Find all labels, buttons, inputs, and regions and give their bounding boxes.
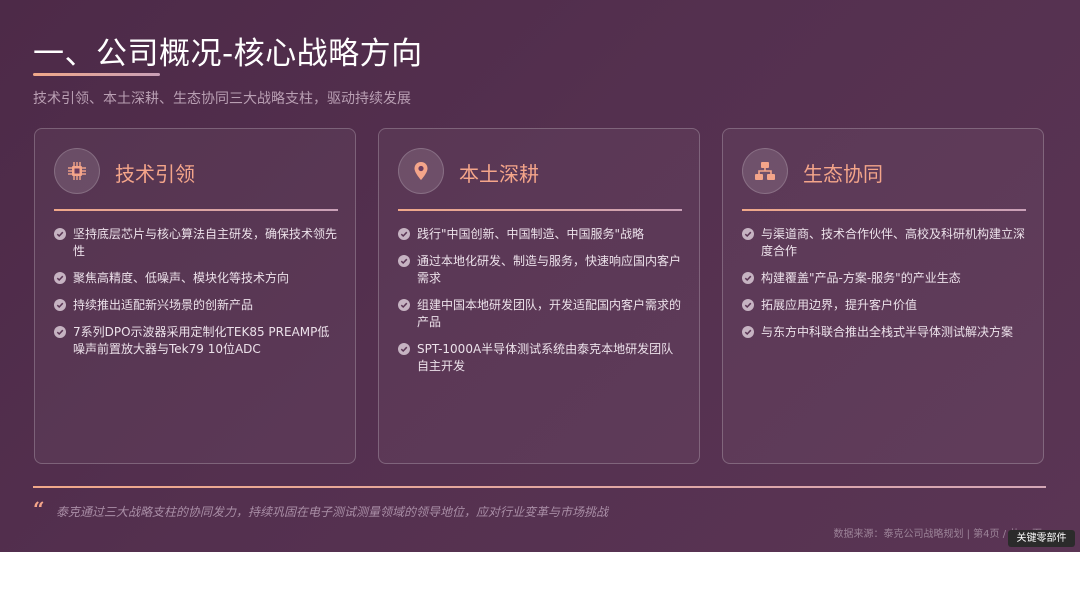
check-circle-icon xyxy=(398,255,410,267)
page-title: 一、公司概况-核心战略方向 xyxy=(33,36,423,72)
network-icon xyxy=(742,148,788,194)
footer-divider xyxy=(33,486,1046,488)
check-circle-icon xyxy=(742,228,754,240)
list-item: SPT-1000A半导体测试系统由泰克本地研发团队自主开发 xyxy=(398,341,684,375)
check-circle-icon xyxy=(398,343,410,355)
check-circle-icon xyxy=(54,326,66,338)
card-tech-leadership: 技术引领 坚持底层芯片与核心算法自主研发，确保技术领先性 聚焦高精度、低噪声、模… xyxy=(34,128,356,464)
check-circle-icon xyxy=(398,228,410,240)
quote-icon: “ xyxy=(33,497,45,521)
check-circle-icon xyxy=(54,299,66,311)
list-item: 聚焦高精度、低噪声、模块化等技术方向 xyxy=(54,270,340,287)
chip-icon xyxy=(54,148,100,194)
card-list: 践行"中国创新、中国制造、中国服务"战略 通过本地化研发、制造与服务，快速响应国… xyxy=(398,226,684,385)
card-list: 与渠道商、技术合作伙伴、高校及科研机构建立深度合作 构建覆盖"产品-方案-服务"… xyxy=(742,226,1028,351)
page-subtitle: 技术引领、本土深耕、生态协同三大战略支柱，驱动持续发展 xyxy=(33,91,411,107)
card-title: 生态协同 xyxy=(803,162,883,186)
list-item: 持续推出适配新兴场景的创新产品 xyxy=(54,297,340,314)
list-item: 7系列DPO示波器采用定制化TEK85 PREAMP低噪声前置放大器与Tek79… xyxy=(54,324,340,358)
watermark-badge: 关键零部件 xyxy=(1008,530,1075,547)
card-list: 坚持底层芯片与核心算法自主研发，确保技术领先性 聚焦高精度、低噪声、模块化等技术… xyxy=(54,226,340,368)
card-ecosystem: 生态协同 与渠道商、技术合作伙伴、高校及科研机构建立深度合作 构建覆盖"产品-方… xyxy=(722,128,1044,464)
card-title: 技术引领 xyxy=(115,162,195,186)
list-item: 组建中国本地研发团队，开发适配国内客户需求的产品 xyxy=(398,297,684,331)
list-item: 践行"中国创新、中国制造、中国服务"战略 xyxy=(398,226,684,243)
location-pin-icon xyxy=(398,148,444,194)
card-divider xyxy=(398,209,682,211)
card-divider xyxy=(742,209,1026,211)
card-title: 本土深耕 xyxy=(459,162,539,186)
check-circle-icon xyxy=(742,272,754,284)
check-circle-icon xyxy=(742,326,754,338)
check-circle-icon xyxy=(742,299,754,311)
title-underline xyxy=(33,73,160,76)
check-circle-icon xyxy=(398,299,410,311)
summary-quote: 泰克通过三大战略支柱的协同发力，持续巩固在电子测试测量领域的领导地位，应对行业变… xyxy=(56,505,609,519)
list-item: 通过本地化研发、制造与服务，快速响应国内客户需求 xyxy=(398,253,684,287)
list-item: 与东方中科联合推出全栈式半导体测试解决方案 xyxy=(742,324,1028,341)
list-item: 与渠道商、技术合作伙伴、高校及科研机构建立深度合作 xyxy=(742,226,1028,260)
list-item: 拓展应用边界，提升客户价值 xyxy=(742,297,1028,314)
check-circle-icon xyxy=(54,272,66,284)
check-circle-icon xyxy=(54,228,66,240)
list-item: 坚持底层芯片与核心算法自主研发，确保技术领先性 xyxy=(54,226,340,260)
slide: 一、公司概况-核心战略方向 技术引领、本土深耕、生态协同三大战略支柱，驱动持续发… xyxy=(0,0,1080,552)
card-local-focus: 本土深耕 践行"中国创新、中国制造、中国服务"战略 通过本地化研发、制造与服务，… xyxy=(378,128,700,464)
card-divider xyxy=(54,209,338,211)
list-item: 构建覆盖"产品-方案-服务"的产业生态 xyxy=(742,270,1028,287)
